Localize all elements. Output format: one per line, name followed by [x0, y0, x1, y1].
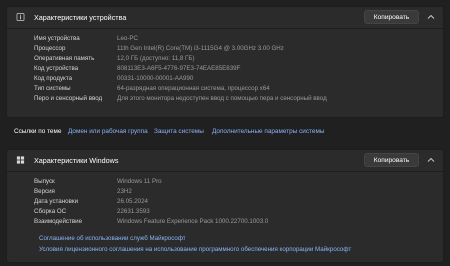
link-services-agreement[interactable]: Соглашение об использовании служб Майкро…: [39, 235, 186, 242]
spec-row-device-id: Код устройства 808113E3-A6F5-4776-97E3-7…: [7, 64, 443, 74]
spec-key: Взаимодействие: [34, 218, 83, 225]
spec-row-ram: Оперативная память 12,0 ГБ (доступно: 11…: [7, 54, 443, 64]
spec-value[interactable]: Windows Feature Experience Pack 1000.227…: [117, 218, 268, 225]
spec-row-processor: Процессор 11th Gen Intel(R) Core(TM) i3-…: [7, 44, 443, 54]
windows-specs-title: Характеристики Windows: [34, 156, 119, 165]
windows-logo-icon: [16, 156, 25, 164]
spec-row-experience: Взаимодействие Windows Feature Experienc…: [7, 217, 443, 227]
spec-value[interactable]: Windows 11 Pro: [117, 178, 162, 185]
spec-value[interactable]: 808113E3-A6F5-4776-97E3-74EAE85E839F: [117, 65, 240, 72]
about-page: Характеристики устройства Копировать Имя…: [0, 0, 450, 266]
spec-key: Перо и сенсорный ввод: [34, 95, 103, 102]
info-icon: [16, 13, 25, 21]
windows-specs-header[interactable]: Характеристики Windows Копировать: [7, 150, 443, 171]
related-links-bar: Ссылки по теме Домен или рабочая группа …: [0, 124, 450, 140]
spec-value[interactable]: Для этого монитора недоступен ввод с пом…: [117, 95, 327, 102]
chevron-up-icon[interactable]: [427, 13, 435, 21]
spec-value[interactable]: 23H2: [117, 188, 132, 195]
spec-row-device-name: Имя устройства Leo-PC: [7, 34, 443, 44]
copy-windows-specs-button[interactable]: Копировать: [364, 153, 419, 167]
chevron-up-icon[interactable]: [427, 156, 435, 164]
copy-device-specs-button[interactable]: Копировать: [364, 10, 419, 24]
spec-key: Сборка ОС: [34, 208, 67, 215]
device-spec-list: Имя устройства Leo-PC Процессор 11th Gen…: [7, 29, 443, 104]
spec-row-edition: Выпуск Windows 11 Pro: [7, 177, 443, 187]
spec-key: Имя устройства: [34, 35, 80, 42]
windows-spec-list: Выпуск Windows 11 Pro Версия 23H2 Дата у…: [7, 172, 443, 227]
link-domain-workgroup[interactable]: Домен или рабочая группа: [68, 128, 148, 135]
device-specs-card: Характеристики устройства Копировать Имя…: [6, 6, 444, 118]
spec-value[interactable]: 22631.3593: [117, 208, 150, 215]
spec-row-pen-touch: Перо и сенсорный ввод Для этого монитора…: [7, 94, 443, 104]
link-license-terms[interactable]: Условия лицензионного соглашения на испо…: [39, 246, 351, 253]
device-specs-header[interactable]: Характеристики устройства Копировать: [7, 7, 443, 28]
spec-value[interactable]: 12,0 ГБ (доступно: 11,8 ГБ): [117, 55, 195, 62]
spec-value[interactable]: 11th Gen Intel(R) Core(TM) i3-1115G4 @ 3…: [117, 45, 284, 52]
spec-row-system-type: Тип системы 64-разрядная операционная си…: [7, 84, 443, 94]
spec-key: Выпуск: [34, 178, 55, 185]
spec-value[interactable]: 00331-10000-00001-AA990: [117, 75, 193, 82]
link-system-protection[interactable]: Защита системы: [154, 128, 204, 135]
spec-row-install-date: Дата установки 26.05.2024: [7, 197, 443, 207]
windows-specs-card: Характеристики Windows Копировать Выпуск…: [6, 149, 444, 263]
spec-key: Код устройства: [34, 65, 79, 72]
spec-row-os-build: Сборка ОС 22631.3593: [7, 207, 443, 217]
spec-key: Процессор: [34, 45, 66, 52]
spec-key: Код продукта: [34, 75, 73, 82]
device-specs-title: Характеристики устройства: [34, 13, 127, 22]
spec-key: Тип системы: [34, 85, 71, 92]
link-advanced-system-settings[interactable]: Дополнительные параметры системы: [212, 128, 324, 135]
spec-value[interactable]: Leo-PC: [117, 35, 138, 42]
spec-row-version: Версия 23H2: [7, 187, 443, 197]
related-links-label: Ссылки по теме: [14, 128, 62, 135]
spec-key: Дата установки: [34, 198, 79, 205]
spec-row-product-id: Код продукта 00331-10000-00001-AA990: [7, 74, 443, 84]
spec-value[interactable]: 26.05.2024: [117, 198, 148, 205]
spec-key: Оперативная память: [34, 55, 95, 62]
spec-value[interactable]: 64-разрядная операционная система, проце…: [117, 85, 270, 92]
spec-key: Версия: [34, 188, 55, 195]
